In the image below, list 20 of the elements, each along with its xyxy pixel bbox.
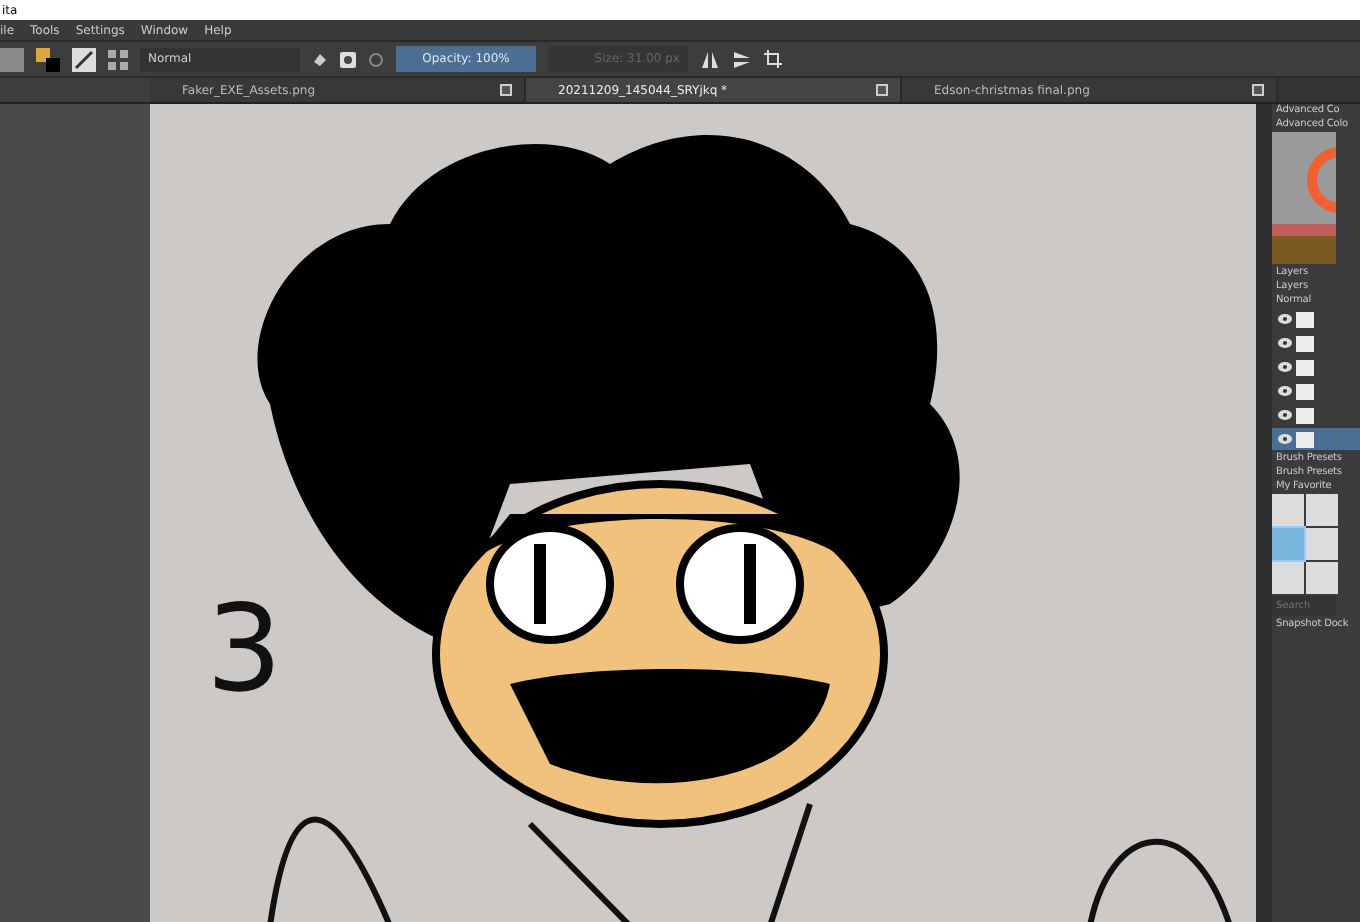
close-icon[interactable]: [876, 84, 888, 96]
close-icon[interactable]: [1252, 84, 1264, 96]
color-swatch-icon[interactable]: [36, 47, 60, 71]
layer-row[interactable]: [1272, 428, 1360, 450]
eye-icon[interactable]: [1278, 362, 1292, 372]
eraser-icon[interactable]: [312, 51, 328, 67]
eye-icon[interactable]: [1278, 386, 1292, 396]
close-icon[interactable]: [500, 84, 512, 96]
grid-icon[interactable]: [108, 49, 128, 69]
eye-icon[interactable]: [1278, 338, 1292, 348]
eye-icon[interactable]: [1278, 410, 1292, 420]
handwritten-number: 3: [206, 580, 283, 720]
eye-icon[interactable]: [1278, 434, 1292, 444]
alpha-lock-icon[interactable]: [340, 51, 356, 67]
mirror-vertical-icon[interactable]: [732, 49, 752, 69]
mirror-icon[interactable]: [700, 49, 720, 69]
color-picker-drawing: [1272, 132, 1336, 264]
eye-icon[interactable]: [1278, 314, 1292, 324]
brush-preview[interactable]: [0, 47, 24, 71]
crop-icon[interactable]: [764, 50, 782, 68]
